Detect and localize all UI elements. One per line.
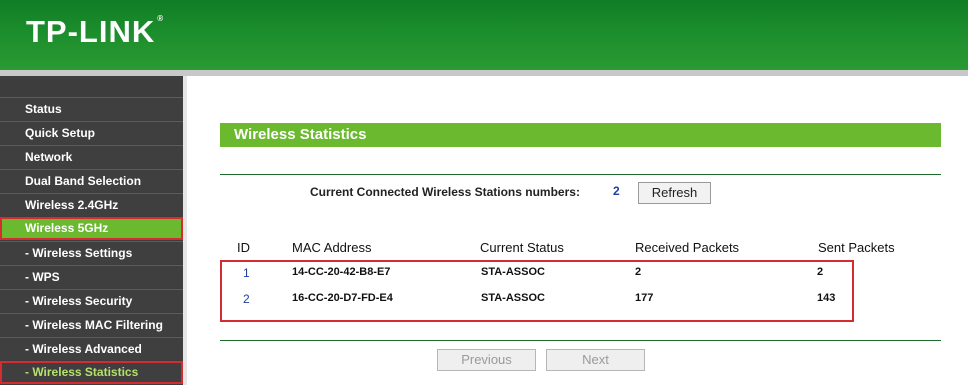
- previous-button[interactable]: Previous: [437, 349, 536, 371]
- sidebar-item-wireless-2-4ghz[interactable]: Wireless 2.4GHz: [0, 193, 183, 216]
- sidebar-item-wireless-statistics[interactable]: - Wireless Statistics: [0, 361, 183, 384]
- sidebar: Status Quick Setup Network Dual Band Sel…: [0, 76, 187, 385]
- column-header-received-packets: Received Packets: [635, 240, 740, 255]
- column-header-sent-packets: Sent Packets: [818, 240, 895, 255]
- column-header-mac-address: MAC Address: [292, 240, 372, 255]
- page-title: Wireless Statistics: [234, 126, 367, 143]
- sidebar-item-network[interactable]: Network: [0, 145, 183, 168]
- divider-bottom: [220, 340, 941, 341]
- page-title-bar: Wireless Statistics: [220, 123, 941, 147]
- main-content: Wireless Statistics Current Connected Wi…: [187, 76, 968, 385]
- sidebar-item-wireless-security[interactable]: - Wireless Security: [0, 289, 183, 312]
- sidebar-item-wireless-settings[interactable]: - Wireless Settings: [0, 241, 183, 264]
- sidebar-item-quick-setup[interactable]: Quick Setup: [0, 121, 183, 144]
- refresh-button[interactable]: Refresh: [638, 182, 711, 204]
- next-button[interactable]: Next: [546, 349, 645, 371]
- sidebar-item-status[interactable]: Status: [0, 97, 183, 120]
- divider-top: [220, 174, 941, 175]
- stations-count-label: Current Connected Wireless Stations numb…: [310, 185, 580, 199]
- tp-link-logo: TP-LINK ®: [26, 14, 165, 49]
- column-header-current-status: Current Status: [480, 240, 564, 255]
- station-rows-highlight: [220, 260, 854, 322]
- stations-count-value: 2: [613, 184, 620, 198]
- header-banner: TP-LINK ®: [0, 0, 968, 70]
- sidebar-item-wps[interactable]: - WPS: [0, 265, 183, 288]
- sidebar-item-dual-band-selection[interactable]: Dual Band Selection: [0, 169, 183, 192]
- sidebar-item-wireless-advanced[interactable]: - Wireless Advanced: [0, 337, 183, 360]
- column-header-id: ID: [237, 240, 250, 255]
- sidebar-menu: Status Quick Setup Network Dual Band Sel…: [0, 76, 183, 385]
- sidebar-item-wireless-5ghz[interactable]: Wireless 5GHz: [0, 217, 183, 240]
- sidebar-item-wireless-mac-filtering[interactable]: - Wireless MAC Filtering: [0, 313, 183, 336]
